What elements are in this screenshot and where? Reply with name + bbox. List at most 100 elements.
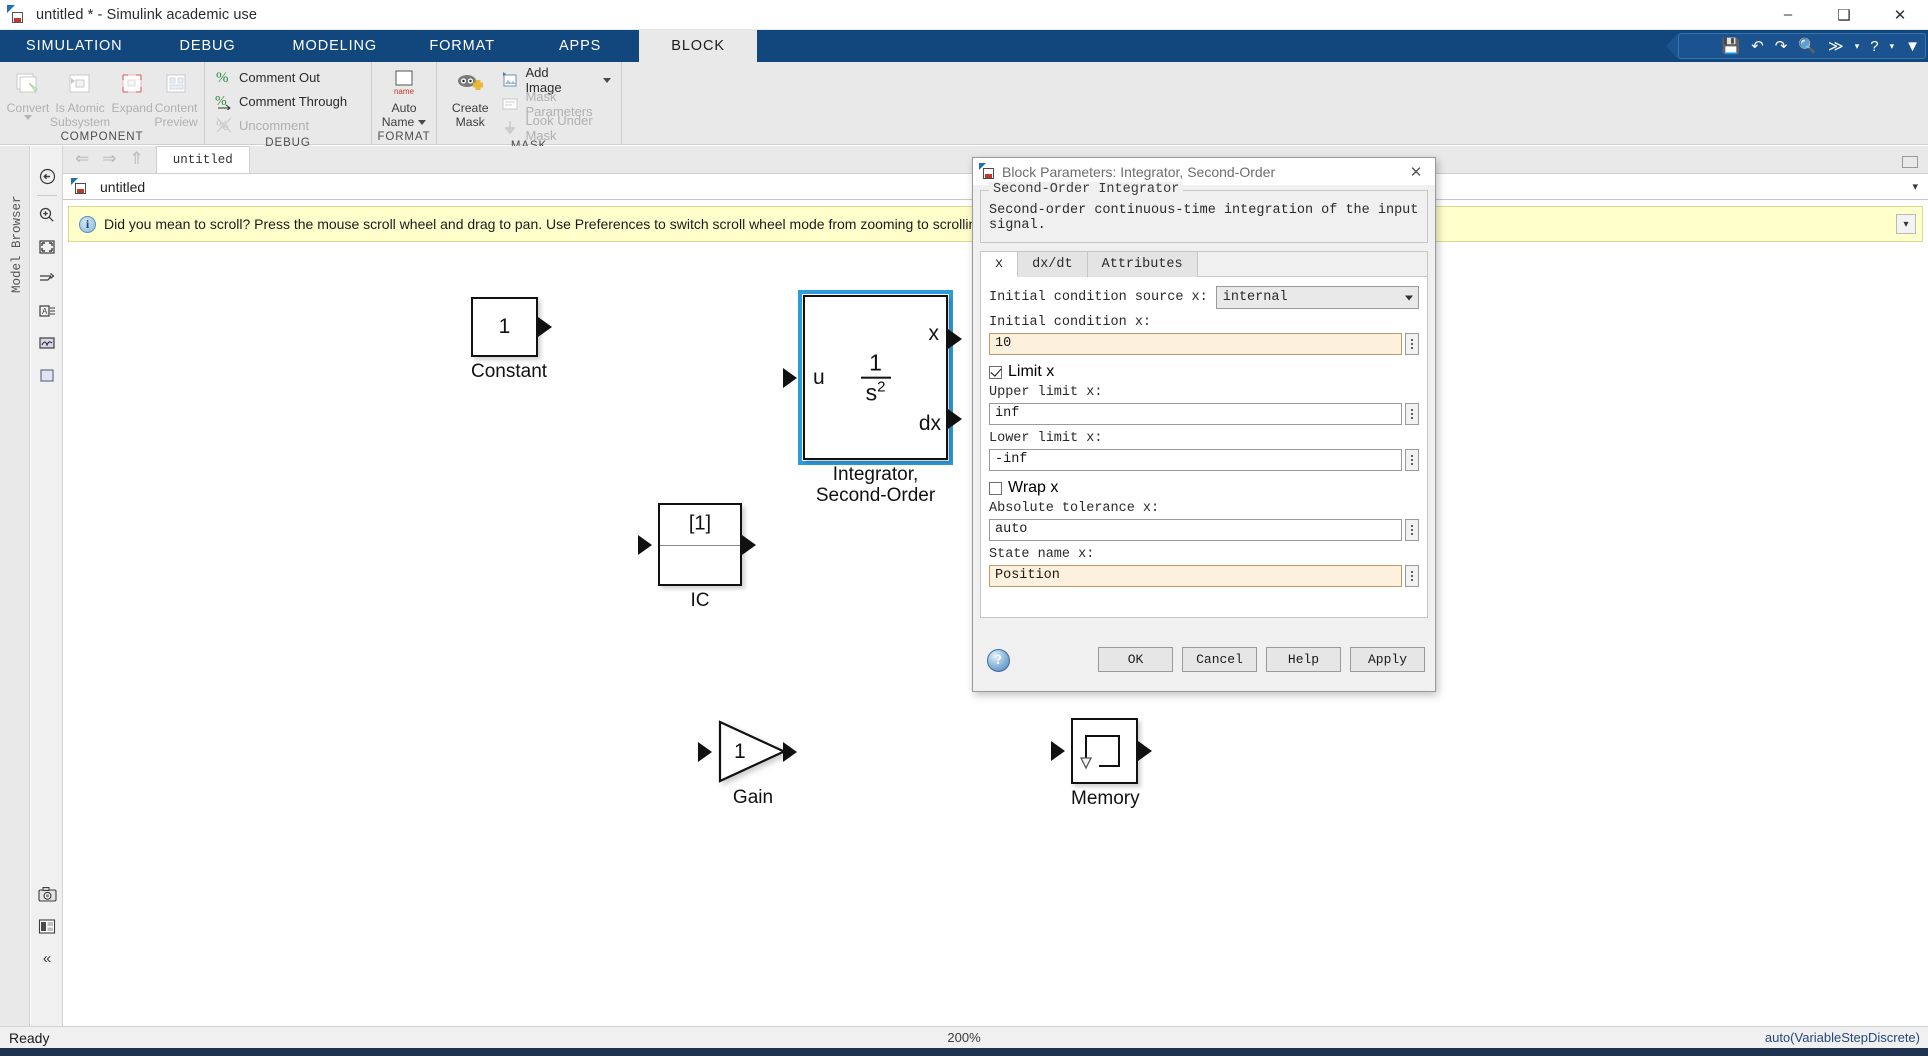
area-block-icon[interactable] xyxy=(31,359,63,391)
state-name-input[interactable]: Position xyxy=(989,565,1402,587)
navigate-back-icon[interactable] xyxy=(31,160,63,192)
tab-modeling[interactable]: MODELING xyxy=(267,30,404,62)
close-button[interactable]: ✕ xyxy=(1872,0,1928,30)
constant-block-body[interactable]: 1 xyxy=(471,297,538,357)
status-zoom-level[interactable]: 200% xyxy=(947,1030,980,1045)
state-name-expand-button[interactable] xyxy=(1405,565,1419,587)
memory-block-body[interactable] xyxy=(1071,718,1138,784)
abstol-expand-button[interactable] xyxy=(1405,519,1419,541)
block-ic[interactable]: [1] IC xyxy=(638,503,756,611)
fit-to-view-icon[interactable] xyxy=(31,231,63,263)
help-icon[interactable]: ? xyxy=(1870,39,1878,54)
tab-block[interactable]: BLOCK xyxy=(639,30,758,62)
ic-output-port[interactable] xyxy=(742,534,762,556)
ic-source-select[interactable]: internal xyxy=(1215,286,1419,309)
dialog-help-icon[interactable]: ? xyxy=(987,649,1010,672)
dialog-close-button[interactable]: ✕ xyxy=(1403,161,1429,183)
ic-input-port[interactable] xyxy=(638,534,658,556)
save-icon[interactable]: 💾 xyxy=(1722,39,1741,54)
search-icon[interactable]: 🔍 xyxy=(1798,39,1817,54)
snapshot-camera-icon[interactable] xyxy=(31,878,63,910)
add-image-dropdown-caret[interactable] xyxy=(603,77,611,83)
breadcrumb-caret[interactable]: ▾ xyxy=(1912,180,1918,193)
expand-button[interactable]: Expand xyxy=(110,66,154,115)
expand-toolbar-icon[interactable]: ▼ xyxy=(1905,39,1920,54)
dialog-title-bar[interactable]: Block Parameters: Integrator, Second-Ord… xyxy=(973,158,1435,185)
comment-out-button[interactable]: % Comment Out xyxy=(211,65,324,89)
status-bar: Ready 200% auto(VariableStepDiscrete) xyxy=(0,1026,1928,1048)
memory-input-port[interactable] xyxy=(1051,740,1071,762)
annotation-text-icon[interactable]: A xyxy=(31,295,63,327)
lower-limit-expand-button[interactable] xyxy=(1405,449,1419,471)
limit-x-row[interactable]: Limit x xyxy=(989,363,1419,381)
upper-limit-expand-button[interactable] xyxy=(1405,403,1419,425)
block-parameters-dialog[interactable]: Block Parameters: Integrator, Second-Ord… xyxy=(972,157,1436,692)
block-constant[interactable]: 1 Constant xyxy=(471,297,552,382)
model-browser-rail[interactable]: Model Browser xyxy=(0,146,30,1026)
wrap-x-checkbox[interactable] xyxy=(989,481,1002,495)
content-preview-button[interactable]: Content Preview xyxy=(154,66,198,129)
help-button[interactable]: Help xyxy=(1266,647,1341,672)
block-integrator-second-order[interactable]: u 1 s2 x dx Integrator, Second-Order xyxy=(783,290,962,506)
gain-block-body[interactable] xyxy=(718,720,788,783)
block-memory[interactable]: Memory xyxy=(1051,718,1152,809)
constant-output-port[interactable] xyxy=(538,316,558,338)
maximize-button[interactable]: ❑ xyxy=(1816,0,1872,30)
tab-simulation[interactable]: SIMULATION xyxy=(0,30,149,62)
collapse-rail-icon[interactable]: « xyxy=(31,942,63,974)
gain-output-port[interactable] xyxy=(783,741,803,763)
upper-limit-input[interactable]: inf xyxy=(989,403,1402,425)
limit-x-checkbox[interactable] xyxy=(989,365,1002,379)
undo-icon[interactable]: ↶ xyxy=(1751,39,1764,54)
convert-label: Convert xyxy=(6,101,50,115)
dialog-tab-x[interactable]: x xyxy=(981,252,1019,277)
model-tab-untitled[interactable]: untitled xyxy=(155,146,250,173)
auto-name-dropdown-caret[interactable] xyxy=(418,119,427,125)
favorites-icon[interactable]: ≫ xyxy=(1828,39,1844,54)
nav-back-arrow[interactable]: ⇐ xyxy=(75,149,89,169)
convert-dropdown-caret[interactable] xyxy=(23,115,32,121)
nav-forward-arrow[interactable]: ⇒ xyxy=(102,149,116,169)
notification-collapse-caret[interactable]: ▾ xyxy=(1896,214,1916,234)
look-under-mask-button[interactable]: Look Under Mask xyxy=(497,113,615,143)
is-atomic-subsystem-button[interactable]: Is Atomic Subsystem xyxy=(50,66,110,129)
comment-through-button[interactable]: % Comment Through xyxy=(211,89,351,113)
signal-routing-icon[interactable] xyxy=(31,263,63,295)
status-solver[interactable]: auto(VariableStepDiscrete) xyxy=(1765,1030,1920,1045)
redo-icon[interactable]: ↷ xyxy=(1775,39,1788,54)
auto-name-button[interactable]: name Auto Name xyxy=(378,66,430,129)
breadcrumb-label[interactable]: untitled xyxy=(100,179,145,195)
wrap-x-row[interactable]: Wrap x xyxy=(989,479,1419,497)
memory-output-port[interactable] xyxy=(1138,740,1158,762)
tab-debug[interactable]: DEBUG xyxy=(149,30,267,62)
dialog-tab-attributes[interactable]: Attributes xyxy=(1087,252,1198,277)
dialog-tab-dxdt[interactable]: dx/dt xyxy=(1018,252,1088,277)
tab-format[interactable]: FORMAT xyxy=(403,30,521,62)
gain-input-port[interactable] xyxy=(698,741,718,763)
uncomment-button[interactable]: % Uncomment xyxy=(211,113,313,137)
scope-viewer-icon[interactable] xyxy=(31,327,63,359)
ok-button[interactable]: OK xyxy=(1098,647,1173,672)
integrator-output-port-dx[interactable] xyxy=(948,408,968,430)
integrator-input-port[interactable] xyxy=(783,367,803,389)
help-dropdown-caret[interactable]: ▾ xyxy=(1890,41,1895,52)
block-gain[interactable]: 1 Gain xyxy=(698,720,798,808)
integrator-output-port-x[interactable] xyxy=(948,328,968,350)
favorites-dropdown-caret[interactable]: ▾ xyxy=(1855,41,1860,52)
create-mask-button[interactable]: Create Mask xyxy=(443,66,497,129)
convert-button[interactable]: Convert xyxy=(6,66,50,121)
ic-block-body[interactable]: [1] xyxy=(658,503,742,586)
report-icon[interactable] xyxy=(31,910,63,942)
apply-button[interactable]: Apply xyxy=(1350,647,1425,672)
zoom-in-icon[interactable] xyxy=(31,199,63,231)
integrator-block-body[interactable]: u 1 s2 x dx xyxy=(803,295,948,460)
minimize-button[interactable]: – xyxy=(1760,0,1816,30)
lower-limit-input[interactable]: -inf xyxy=(989,449,1402,471)
cancel-button[interactable]: Cancel xyxy=(1182,647,1257,672)
ic-expand-button[interactable] xyxy=(1405,333,1419,355)
abstol-input[interactable]: auto xyxy=(989,519,1402,541)
layout-grid-icon[interactable] xyxy=(1902,156,1918,168)
tab-apps[interactable]: APPS xyxy=(521,30,639,62)
nav-up-arrow[interactable]: ⇑ xyxy=(130,149,144,169)
ic-input[interactable]: 10 xyxy=(989,333,1402,355)
